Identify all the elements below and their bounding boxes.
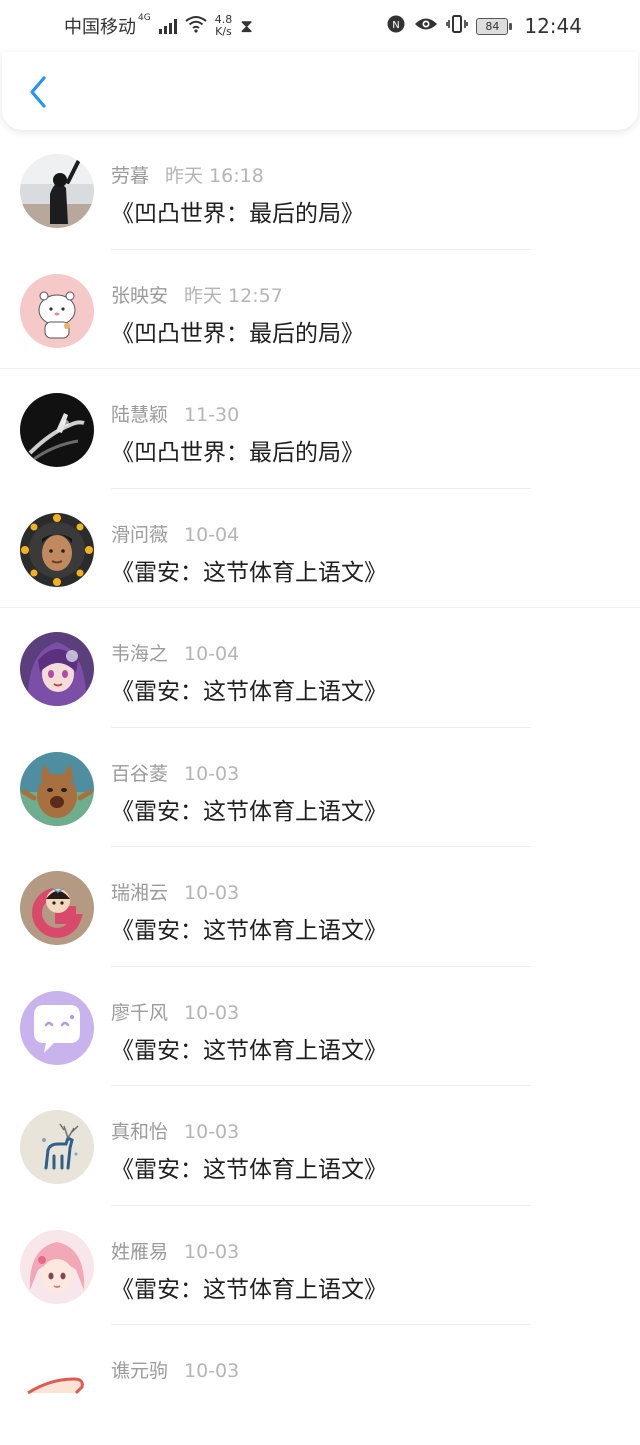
message-text: 《雷安：这节体育上语文》	[111, 798, 387, 825]
sender-name: 瑞湘云	[111, 882, 169, 904]
message-time: 10-03	[184, 1001, 240, 1024]
avatar[interactable]	[20, 1229, 94, 1304]
sender-line: 真和怡 10-03	[111, 1117, 239, 1144]
message-time: 10-03	[184, 1121, 240, 1143]
avatar[interactable]	[20, 273, 94, 348]
clock: 12:44	[524, 14, 582, 38]
sender-name: 韦海之	[111, 643, 169, 665]
nav-header	[2, 52, 638, 130]
status-bar: 中国移动 4G 4.8 K/s ⧗ N 84 12:44	[0, 0, 640, 52]
sender-line: 滑问薇 10-04	[111, 520, 239, 547]
avatar[interactable]	[20, 871, 94, 945]
message-time: 10-04	[184, 523, 240, 546]
list-item[interactable]: 真和怡 10-03 《雷安：这节体育上语文》	[0, 1086, 640, 1206]
chevron-left-icon	[28, 75, 48, 113]
sender-line: 百谷菱 10-03	[111, 759, 239, 786]
sender-line: 姓雁易 10-03	[111, 1237, 239, 1264]
message-list: 劳暮 昨天 16:18 《凹凸世界：最后的局》 张映安 昨天 12:57 《凹凸世界…	[0, 130, 640, 1445]
battery-icon: 84	[476, 17, 513, 35]
sender-name: 滑问薇	[111, 523, 169, 546]
list-item[interactable]: 陆慧颖 11-30 《凹凸世界：最后的局》	[0, 369, 640, 489]
sender-line: 劳暮 昨天 16:18	[111, 161, 264, 188]
avatar[interactable]	[20, 990, 94, 1065]
network-type: 4G	[138, 13, 151, 23]
avatar[interactable]	[20, 512, 94, 587]
message-text: 《雷安：这节体育上语文》	[111, 679, 387, 705]
message-time: 昨天 16:18	[165, 165, 264, 187]
sender-line: 廖千风 10-03	[111, 998, 239, 1025]
sender-line: 张映安 昨天 12:57	[111, 281, 283, 308]
sender-name: 劳暮	[111, 165, 150, 187]
avatar[interactable]	[20, 751, 94, 826]
wifi-icon	[185, 15, 207, 38]
list-item[interactable]: 韦海之 10-04 《雷安：这节体育上语文》	[0, 608, 640, 728]
sender-name: 谯元驹	[111, 1360, 169, 1382]
avatar[interactable]	[20, 632, 94, 706]
sender-name: 姓雁易	[111, 1240, 169, 1263]
sender-line: 韦海之 10-04	[111, 639, 239, 666]
list-item[interactable]: 张映安 昨天 12:57 《凹凸世界：最后的局》	[0, 250, 640, 369]
eye-comfort-icon	[414, 15, 438, 37]
list-item[interactable]: 瑞湘云 10-03 《雷安：这节体育上语文》	[0, 847, 640, 967]
nfc-icon: N	[386, 14, 406, 39]
signal-icon	[158, 18, 177, 34]
vibrate-icon	[446, 14, 469, 39]
message-time: 10-03	[184, 1360, 240, 1382]
list-item[interactable]: 廖千风 10-03 《雷安：这节体育上语文》	[0, 967, 640, 1086]
sender-name: 廖千风	[111, 1001, 169, 1024]
message-text: 《雷安：这节体育上语文》	[111, 1157, 387, 1183]
avatar[interactable]	[20, 154, 94, 228]
avatar[interactable]	[20, 1349, 94, 1423]
message-time: 10-04	[184, 643, 240, 665]
sender-line: 瑞湘云 10-03	[111, 878, 239, 905]
message-text: 《雷安：这节体育上语文》	[111, 918, 387, 944]
message-text: 《凹凸世界：最后的局》	[111, 440, 364, 466]
speed-unit: K/s	[215, 25, 232, 38]
message-time: 11-30	[184, 404, 240, 426]
sender-name: 陆慧颖	[111, 404, 169, 426]
network-speed: 4.8 K/s	[215, 14, 233, 38]
message-text: 《雷安：这节体育上语文》	[111, 1037, 387, 1064]
sender-name: 张映安	[111, 284, 169, 307]
message-text: 《凹凸世界：最后的局》	[111, 201, 364, 227]
carrier-name: 中国移动	[64, 17, 136, 38]
list-item[interactable]: 谯元驹 10-03	[0, 1325, 640, 1445]
back-button[interactable]	[22, 74, 54, 114]
list-item[interactable]: 姓雁易 10-03 《雷安：这节体育上语文》	[0, 1206, 640, 1325]
message-time: 昨天 12:57	[184, 284, 283, 307]
message-time: 10-03	[184, 1240, 240, 1263]
message-text: 《雷安：这节体育上语文》	[111, 559, 387, 586]
sender-line: 谯元驹 10-03	[111, 1356, 239, 1383]
avatar[interactable]	[20, 1110, 94, 1184]
list-item[interactable]: 滑问薇 10-04 《雷安：这节体育上语文》	[0, 489, 640, 608]
message-time: 10-03	[184, 762, 240, 785]
message-text: 《凹凸世界：最后的局》	[111, 320, 364, 347]
sender-name: 真和怡	[111, 1121, 169, 1143]
hourglass-icon: ⧗	[240, 15, 253, 37]
list-item[interactable]: 百谷菱 10-03 《雷安：这节体育上语文》	[0, 728, 640, 847]
svg-text:N: N	[393, 20, 400, 31]
message-text: 《雷安：这节体育上语文》	[111, 1276, 387, 1303]
sender-name: 百谷菱	[111, 762, 169, 785]
list-item[interactable]: 劳暮 昨天 16:18 《凹凸世界：最后的局》	[0, 130, 640, 250]
avatar[interactable]	[20, 393, 94, 467]
message-time: 10-03	[184, 882, 240, 904]
sender-line: 陆慧颖 11-30	[111, 400, 239, 427]
